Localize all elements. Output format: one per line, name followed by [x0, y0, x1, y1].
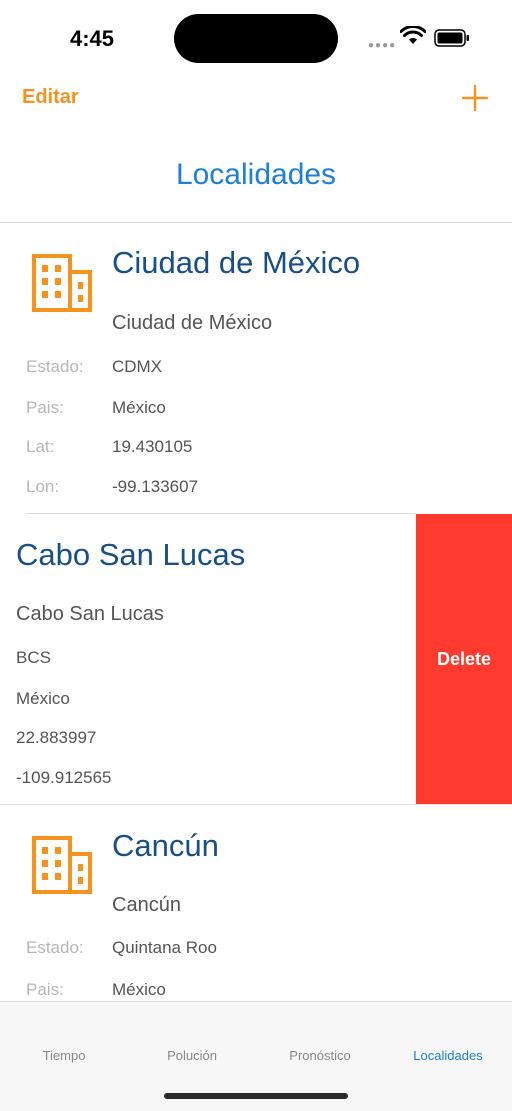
country-label: Pais: — [26, 980, 64, 999]
lon-value: -99.133607 — [112, 477, 199, 496]
edit-button[interactable]: Editar — [22, 86, 79, 109]
dynamic-island — [174, 14, 338, 63]
lat-value: 22.883997 — [16, 728, 97, 747]
location-subtitle: Ciudad de México — [112, 312, 273, 334]
lat-value: 19.430105 — [112, 437, 193, 456]
tab-pronostico[interactable]: Pronóstico — [256, 1048, 384, 1063]
state-label: Estado: — [26, 357, 84, 376]
battery-icon — [434, 29, 469, 47]
wifi-icon — [400, 26, 426, 44]
location-title: Cabo San Lucas — [16, 537, 246, 572]
home-indicator — [164, 1093, 348, 1099]
cellular-signal-icon: ●●●● — [368, 40, 397, 51]
country-value: México — [112, 980, 166, 999]
country-label: Pais: — [26, 398, 64, 417]
state-value: CDMX — [112, 357, 163, 376]
tab-localidades[interactable]: Localidades — [384, 1048, 512, 1063]
tab-polucion[interactable]: Polución — [128, 1048, 256, 1063]
page-title: Localidades — [175, 158, 337, 191]
city-building-icon — [32, 254, 92, 312]
location-subtitle: Cabo San Lucas — [16, 603, 164, 625]
country-value: México — [112, 398, 166, 417]
city-building-icon — [32, 836, 92, 894]
tab-tiempo[interactable]: Tiempo — [0, 1048, 128, 1063]
state-value: Quintana Roo — [112, 938, 217, 957]
add-location-button[interactable] — [462, 85, 488, 111]
location-title: Cancún — [112, 828, 219, 863]
country-value: México — [16, 689, 70, 708]
state-value: BCS — [16, 648, 51, 667]
location-cell[interactable]: Cancún Cancún Estado: Quintana Roo Pais:… — [0, 805, 512, 1001]
lat-label: Lat: — [26, 437, 55, 456]
location-subtitle: Cancún — [112, 894, 181, 916]
location-title: Ciudad de México — [112, 245, 361, 280]
location-cell[interactable]: Ciudad de México Ciudad de México Estado… — [0, 223, 512, 513]
lon-value: -109.912565 — [16, 768, 112, 787]
state-label: Estado: — [26, 938, 84, 957]
lon-label: Lon: — [26, 477, 60, 496]
delete-label: Delete — [436, 649, 492, 669]
status-time: 4:45 — [70, 26, 115, 51]
location-cell-swiped[interactable]: Cabo San Lucas Cabo San Lucas BCS México… — [0, 514, 416, 804]
